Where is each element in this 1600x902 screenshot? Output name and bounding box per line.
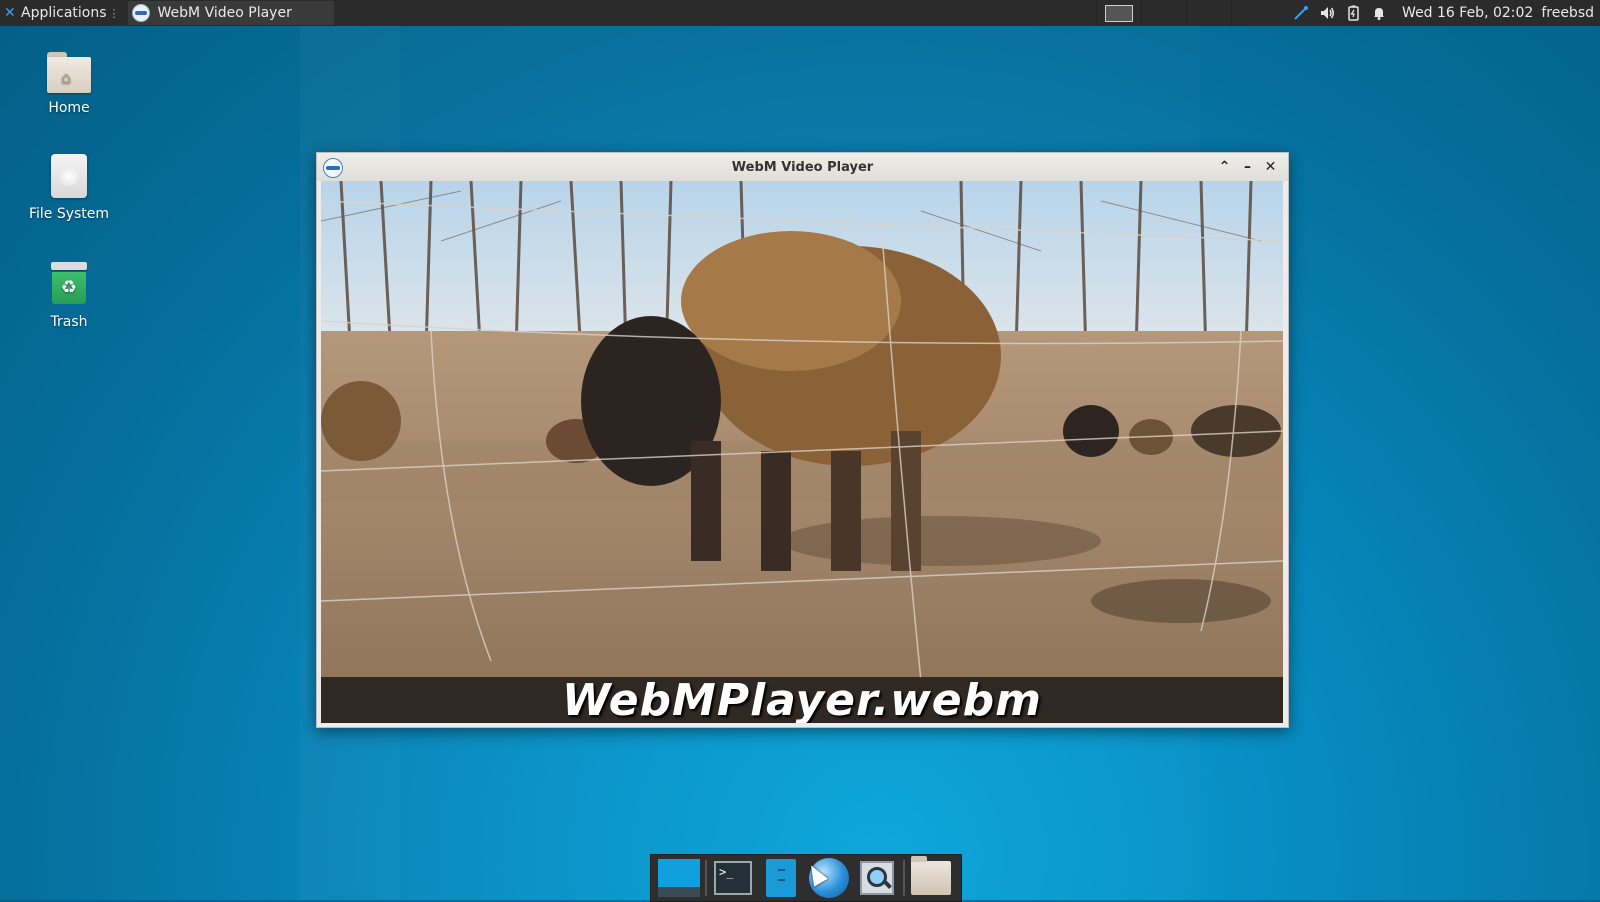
xfce-logo-icon: ✕ bbox=[4, 4, 16, 21]
taskbar-window-title: WebM Video Player bbox=[157, 5, 292, 21]
dock-terminal[interactable]: >_ bbox=[711, 857, 755, 899]
workspace-4[interactable] bbox=[1231, 0, 1276, 26]
dock-separator bbox=[903, 860, 905, 896]
user-menu[interactable]: freebsd bbox=[1541, 5, 1600, 21]
close-icon: ✕ bbox=[1264, 159, 1277, 175]
home-folder-icon: ⌂ bbox=[47, 52, 91, 93]
webm-video-player-window: WebM Video Player ⌃ – ✕ WebMPlayer.webm bbox=[316, 152, 1289, 728]
network-icon[interactable] bbox=[1288, 0, 1314, 26]
video-caption-bar: WebMPlayer.webm bbox=[321, 674, 1283, 724]
applications-separator: ⋮ bbox=[108, 6, 120, 20]
clock[interactable]: Wed 16 Feb, 02:02 bbox=[1392, 5, 1541, 21]
webm-player-icon bbox=[131, 4, 150, 22]
top-panel: ✕ Applications ⋮ WebM Video Player Wed 1… bbox=[0, 0, 1600, 26]
desktop-icon-label: Home bbox=[48, 100, 90, 116]
applications-label: Applications bbox=[21, 5, 107, 21]
taskbar-window-button[interactable]: WebM Video Player bbox=[127, 1, 334, 25]
workspace-thumbnail bbox=[1105, 4, 1133, 22]
video-filename-caption: WebMPlayer.webm bbox=[561, 674, 1042, 724]
dock-folder[interactable] bbox=[909, 856, 953, 899]
dock-file-manager[interactable] bbox=[759, 857, 803, 899]
desktop-icon-trash[interactable]: ♻ Trash bbox=[14, 262, 124, 330]
drive-icon bbox=[51, 154, 87, 198]
battery-icon[interactable] bbox=[1340, 0, 1366, 26]
desktop-icon-label: Trash bbox=[50, 314, 88, 330]
window-title: WebM Video Player bbox=[731, 159, 874, 175]
workspace-switcher bbox=[1096, 0, 1276, 26]
desktop-icon-label: File System bbox=[28, 206, 110, 222]
close-button[interactable]: ✕ bbox=[1259, 155, 1282, 179]
volume-icon[interactable] bbox=[1314, 0, 1340, 26]
notification-bell-icon[interactable] bbox=[1366, 0, 1392, 26]
folder-icon bbox=[911, 856, 951, 895]
file-manager-icon bbox=[766, 859, 796, 897]
video-scene-image bbox=[321, 181, 1283, 723]
show-desktop-icon bbox=[658, 859, 700, 897]
applications-menu-button[interactable]: ✕ Applications ⋮ bbox=[0, 0, 124, 26]
desktop-icon-home[interactable]: ⌂ Home bbox=[14, 52, 124, 116]
minimize-button[interactable]: – bbox=[1236, 155, 1259, 179]
dock: >_ bbox=[650, 854, 962, 902]
maximize-icon: ⌃ bbox=[1218, 159, 1231, 175]
workspace-2[interactable] bbox=[1141, 0, 1186, 26]
video-frame[interactable]: WebMPlayer.webm bbox=[321, 181, 1283, 723]
window-controls: ⌃ – ✕ bbox=[1213, 153, 1282, 181]
desktop-icon-file-system[interactable]: File System bbox=[14, 154, 124, 222]
system-tray: Wed 16 Feb, 02:02 freebsd bbox=[1288, 0, 1600, 26]
window-titlebar[interactable]: WebM Video Player ⌃ – ✕ bbox=[317, 153, 1288, 181]
minimize-icon: – bbox=[1244, 159, 1251, 175]
dock-app-finder[interactable] bbox=[855, 857, 899, 899]
trash-icon: ♻ bbox=[51, 262, 87, 306]
dock-show-desktop[interactable] bbox=[657, 857, 701, 899]
terminal-icon: >_ bbox=[714, 861, 752, 895]
app-finder-icon bbox=[860, 861, 894, 895]
dock-separator bbox=[705, 860, 707, 896]
workspace-3[interactable] bbox=[1186, 0, 1231, 26]
maximize-button[interactable]: ⌃ bbox=[1213, 155, 1236, 179]
workspace-1[interactable] bbox=[1096, 0, 1141, 26]
window-app-icon[interactable] bbox=[323, 158, 343, 178]
